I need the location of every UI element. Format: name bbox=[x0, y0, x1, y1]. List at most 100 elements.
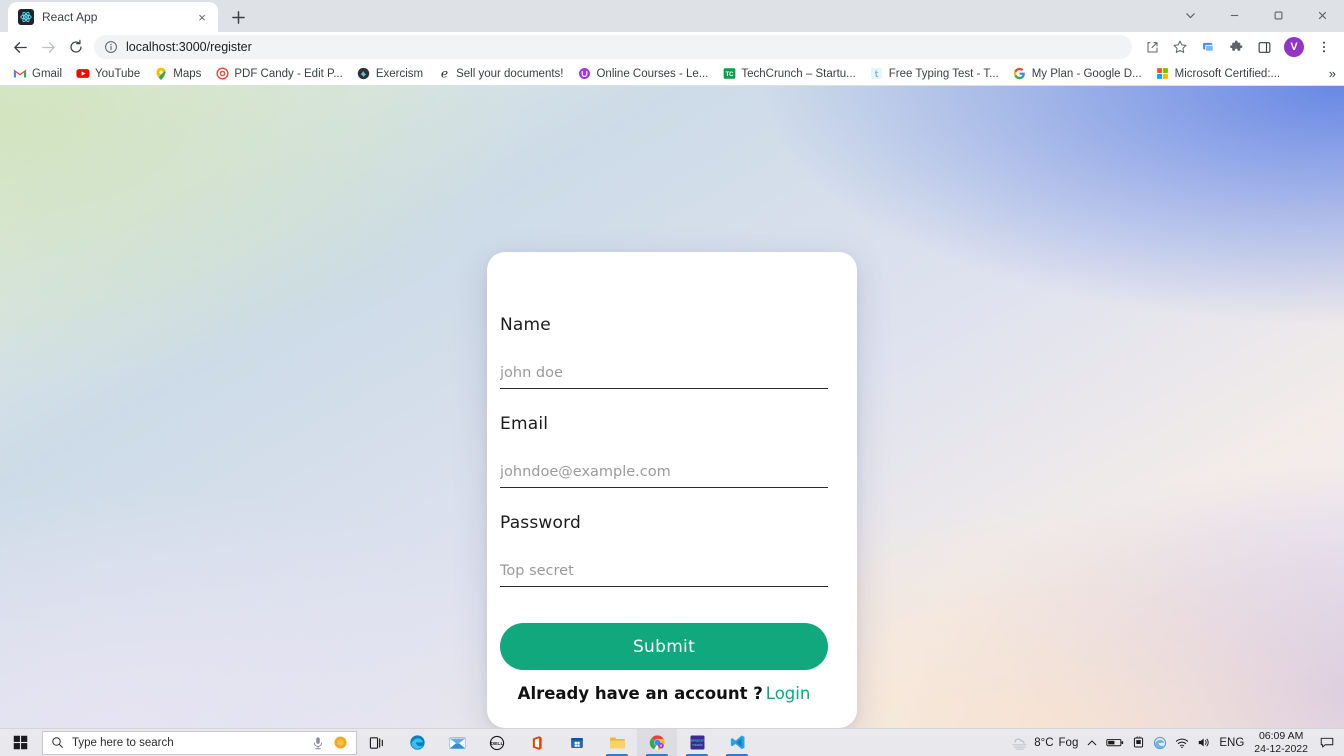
techcrunch-icon: TC bbox=[722, 67, 736, 81]
vs-code-icon[interactable] bbox=[717, 729, 757, 756]
svg-text:music: music bbox=[692, 742, 702, 747]
bookmark-my-plan-google[interactable]: My Plan - Google D... bbox=[1006, 65, 1149, 83]
tab-close-icon[interactable]: × bbox=[194, 9, 210, 25]
tab-search-chevron-icon[interactable] bbox=[1168, 0, 1212, 30]
new-tab-button[interactable] bbox=[224, 3, 252, 31]
task-view-icon[interactable] bbox=[357, 729, 397, 756]
svg-text:TC: TC bbox=[725, 71, 734, 78]
battery-icon[interactable] bbox=[1102, 729, 1128, 756]
back-arrow-icon[interactable] bbox=[6, 33, 34, 61]
bookmark-free-typing-test[interactable]: t Free Typing Test - T... bbox=[863, 65, 1006, 83]
microsoft-icon bbox=[1156, 67, 1170, 81]
bookmark-label: Microsoft Certified:... bbox=[1174, 67, 1281, 80]
side-panel-icon[interactable] bbox=[1250, 33, 1278, 61]
bookmarks-overflow-icon[interactable]: » bbox=[1329, 66, 1336, 81]
chevron-up-icon[interactable] bbox=[1082, 729, 1102, 756]
speaker-icon[interactable] bbox=[1193, 729, 1215, 756]
cloud-fog-icon bbox=[1010, 735, 1029, 750]
taskbar-clock[interactable]: 06:09 AM 24-12-2022 bbox=[1248, 730, 1314, 755]
weather-widget[interactable]: 8°C Fog bbox=[1006, 729, 1082, 756]
svg-text:DELL: DELL bbox=[491, 741, 504, 747]
address-bar[interactable]: localhost:3000/register bbox=[94, 35, 1132, 59]
tab-strip: React App × bbox=[0, 0, 1344, 32]
maps-pin-icon bbox=[154, 67, 168, 81]
bookmark-label: YouTube bbox=[95, 67, 141, 80]
login-prompt: Already have an account ? Login bbox=[500, 684, 828, 703]
weather-condition: Fog bbox=[1058, 736, 1079, 749]
bookmark-youtube[interactable]: YouTube bbox=[69, 65, 147, 83]
office-icon[interactable] bbox=[517, 729, 557, 756]
bookmark-label: Exercism bbox=[375, 67, 424, 80]
svg-text:e: e bbox=[440, 67, 447, 80]
login-link[interactable]: Login bbox=[766, 684, 811, 703]
react-logo-icon bbox=[18, 9, 34, 25]
bookmark-online-courses[interactable]: Online Courses - Le... bbox=[570, 65, 715, 83]
language-indicator[interactable]: ENG bbox=[1215, 729, 1248, 756]
avatar[interactable]: V bbox=[1284, 37, 1304, 57]
password-input[interactable] bbox=[500, 557, 828, 587]
clock-date: 24-12-2022 bbox=[1254, 742, 1308, 755]
youtube-icon bbox=[76, 67, 90, 81]
three-dot-menu-icon[interactable] bbox=[1310, 33, 1338, 61]
bookmark-label: Online Courses - Le... bbox=[596, 67, 709, 80]
toolbar-right-actions: V bbox=[1138, 33, 1338, 61]
puzzle-piece-icon[interactable] bbox=[1222, 33, 1250, 61]
mail-icon[interactable] bbox=[437, 729, 477, 756]
maximize-icon[interactable] bbox=[1256, 0, 1300, 30]
bookmark-gmail[interactable]: Gmail bbox=[6, 65, 69, 83]
bookmark-label: PDF Candy - Edit P... bbox=[234, 67, 343, 80]
bookmark-microsoft-certified[interactable]: Microsoft Certified:... bbox=[1149, 65, 1287, 83]
close-icon[interactable] bbox=[1300, 0, 1344, 30]
bookmark-techcrunch[interactable]: TC TechCrunch – Startu... bbox=[715, 65, 862, 83]
edge-icon[interactable] bbox=[397, 729, 437, 756]
browser-tab[interactable]: React App × bbox=[8, 2, 218, 32]
bookmark-pdf-candy[interactable]: PDF Candy - Edit P... bbox=[208, 65, 349, 83]
windows-taskbar: Type here to search DELL V amazon music … bbox=[0, 728, 1344, 756]
password-field-group: Password bbox=[500, 513, 828, 587]
taskbar-search-placeholder: Type here to search bbox=[72, 736, 174, 749]
edge-tray-icon[interactable] bbox=[1149, 729, 1171, 756]
name-field-group: Name bbox=[500, 315, 828, 389]
info-circle-icon[interactable] bbox=[104, 40, 118, 54]
email-label: Email bbox=[500, 414, 549, 434]
bookmark-label: My Plan - Google D... bbox=[1031, 67, 1142, 80]
login-prompt-text: Already have an account ? bbox=[517, 684, 763, 703]
bookmark-label: Free Typing Test - T... bbox=[888, 67, 999, 80]
bookmark-label: Gmail bbox=[32, 67, 63, 80]
taskbar-search-box[interactable]: Type here to search bbox=[42, 730, 357, 755]
name-input[interactable] bbox=[500, 359, 828, 389]
bookmark-exercism[interactable]: Exercism bbox=[350, 65, 430, 83]
amazon-music-icon[interactable]: amazon music bbox=[677, 729, 717, 756]
file-explorer-icon[interactable] bbox=[597, 729, 637, 756]
microphone-icon[interactable] bbox=[311, 736, 325, 750]
email-field-group: Email bbox=[500, 414, 828, 488]
windows-start-icon[interactable] bbox=[0, 729, 40, 756]
browser-chrome: React App × localhost:3000/register V Gm… bbox=[0, 0, 1344, 86]
window-controls bbox=[1168, 0, 1344, 32]
name-label: Name bbox=[500, 315, 551, 335]
google-icon bbox=[1013, 67, 1027, 81]
page-viewport: Name Email Password Submit Already have … bbox=[0, 86, 1344, 728]
cortana-circle-icon[interactable] bbox=[333, 735, 348, 750]
email-input[interactable] bbox=[500, 458, 828, 488]
notification-icon[interactable] bbox=[1314, 729, 1340, 756]
bookmarks-bar: Gmail YouTube Maps PDF Candy - Edit P...… bbox=[0, 62, 1344, 86]
microsoft-store-icon[interactable] bbox=[557, 729, 597, 756]
reload-icon[interactable] bbox=[62, 33, 90, 61]
wifi-icon[interactable] bbox=[1171, 729, 1193, 756]
cast-icon[interactable] bbox=[1194, 33, 1222, 61]
submit-button[interactable]: Submit bbox=[500, 623, 828, 670]
bookmark-label: Maps bbox=[173, 67, 202, 80]
bookmark-sell-your-documents[interactable]: e Sell your documents! bbox=[430, 65, 570, 83]
star-icon[interactable] bbox=[1166, 33, 1194, 61]
share-icon[interactable] bbox=[1138, 33, 1166, 61]
dell-icon[interactable]: DELL bbox=[477, 729, 517, 756]
device-icon[interactable] bbox=[1128, 729, 1149, 756]
minimize-icon[interactable] bbox=[1212, 0, 1256, 30]
svg-text:t: t bbox=[875, 70, 879, 80]
chrome-icon[interactable]: V bbox=[637, 728, 677, 756]
bookmark-maps[interactable]: Maps bbox=[147, 65, 208, 83]
forward-arrow-icon bbox=[34, 33, 62, 61]
system-tray: 8°C Fog ENG 06:09 AM 24-12-2022 bbox=[1006, 729, 1344, 756]
bookmark-label: TechCrunch – Startu... bbox=[741, 67, 856, 80]
